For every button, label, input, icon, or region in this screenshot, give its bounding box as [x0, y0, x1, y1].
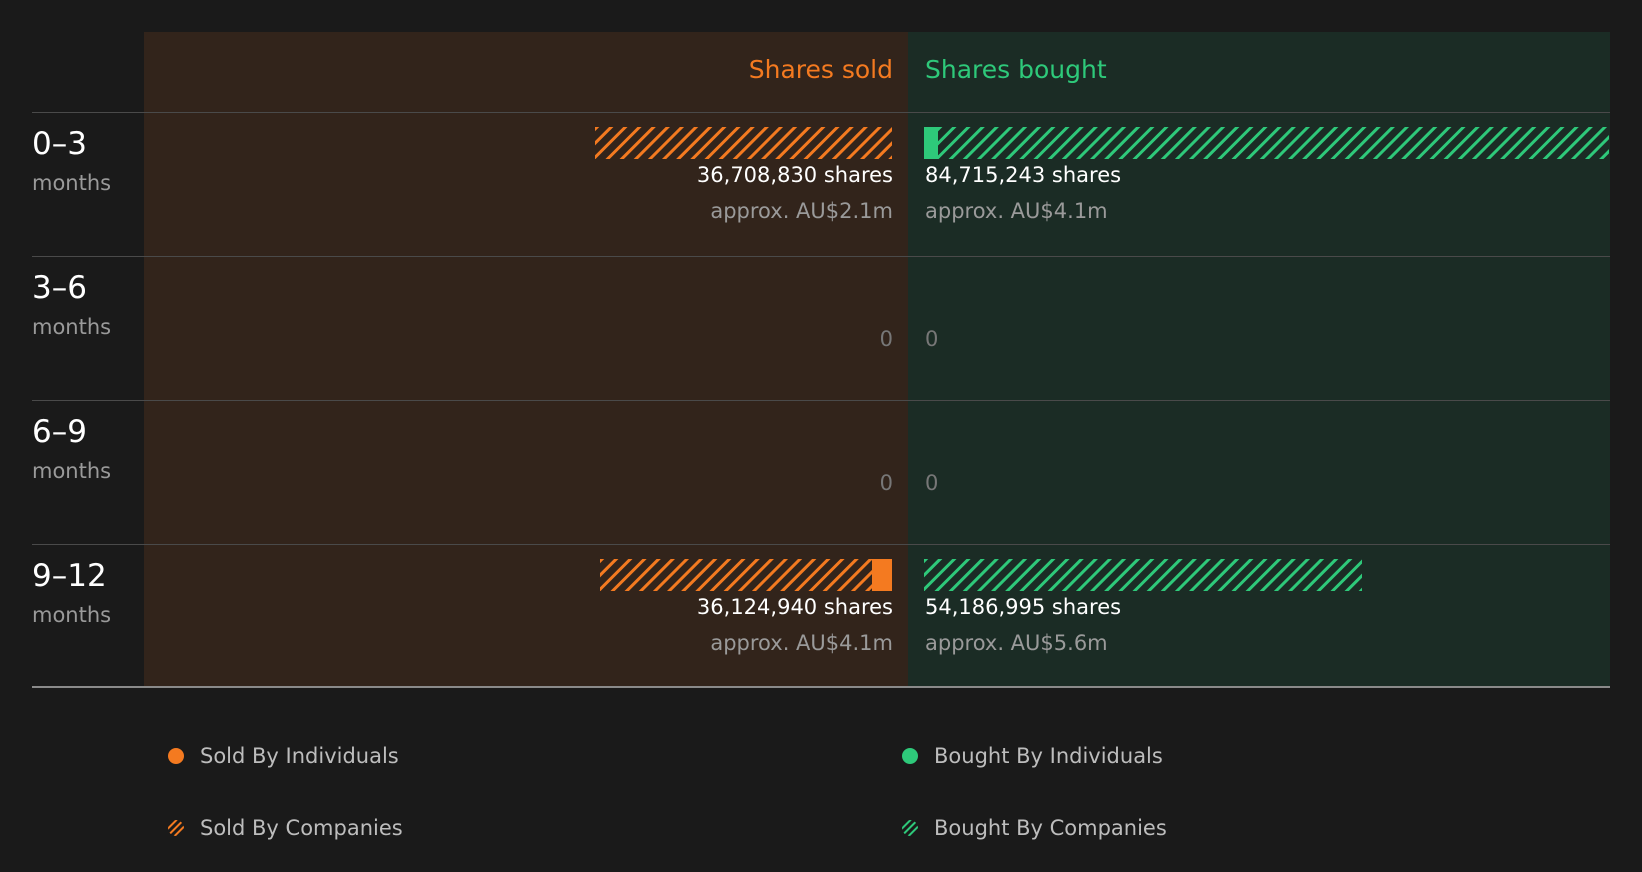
period-unit: months: [32, 315, 112, 339]
sold-companies-segment: [600, 559, 872, 591]
sold-shares-label: 36,708,830 shares: [696, 163, 893, 187]
circle-icon: [168, 748, 184, 764]
bought-value-label: approx. AU$5.6m: [925, 631, 1108, 655]
sold-zero-label: 0: [879, 327, 893, 351]
period-label: 3–6: [32, 270, 87, 306]
period-unit: months: [32, 459, 112, 483]
bought-value-label: approx. AU$4.1m: [925, 199, 1108, 223]
period-row: 6–9 months 0 0: [0, 400, 1642, 544]
period-label: 0–3: [32, 126, 87, 162]
period-row: 9–12 months 36,124,940 shares approx. AU…: [0, 544, 1642, 688]
bought-companies-segment: [924, 559, 1362, 591]
legend-label: Sold By Companies: [200, 816, 403, 840]
sold-shares-label: 36,124,940 shares: [696, 595, 893, 619]
bought-shares-label: 84,715,243 shares: [925, 163, 1122, 187]
sold-value-label: approx. AU$2.1m: [710, 199, 893, 223]
period-label: 9–12: [32, 558, 107, 594]
sold-bar: [600, 559, 892, 591]
circle-icon: [902, 748, 918, 764]
bought-zero-label: 0: [925, 327, 939, 351]
hatched-circle-icon: [902, 820, 918, 836]
period-unit: months: [32, 171, 112, 195]
period-row: 3–6 months 0 0: [0, 256, 1642, 400]
bought-individuals-segment: [924, 127, 938, 159]
sold-value-label: approx. AU$4.1m: [710, 631, 893, 655]
period-label: 6–9: [32, 414, 87, 450]
legend-label: Bought By Individuals: [934, 744, 1163, 768]
shares-bought-header: Shares bought: [925, 55, 1107, 84]
bought-bar: [924, 559, 1362, 591]
sold-individuals-segment: [872, 559, 892, 591]
legend-label: Bought By Companies: [934, 816, 1167, 840]
bought-zero-label: 0: [925, 471, 939, 495]
shares-sold-header: Shares sold: [748, 55, 893, 84]
bought-shares-label: 54,186,995 shares: [925, 595, 1122, 619]
hatched-circle-icon: [168, 820, 184, 836]
sold-zero-label: 0: [879, 471, 893, 495]
period-unit: months: [32, 603, 112, 627]
sold-bar: [595, 127, 892, 159]
sold-companies-segment: [595, 127, 892, 159]
bought-bar: [924, 127, 1609, 159]
bought-companies-segment: [938, 127, 1609, 159]
legend-label: Sold By Individuals: [200, 744, 399, 768]
period-row: 0–3 months 36,708,830 shares approx. AU$…: [0, 112, 1642, 256]
